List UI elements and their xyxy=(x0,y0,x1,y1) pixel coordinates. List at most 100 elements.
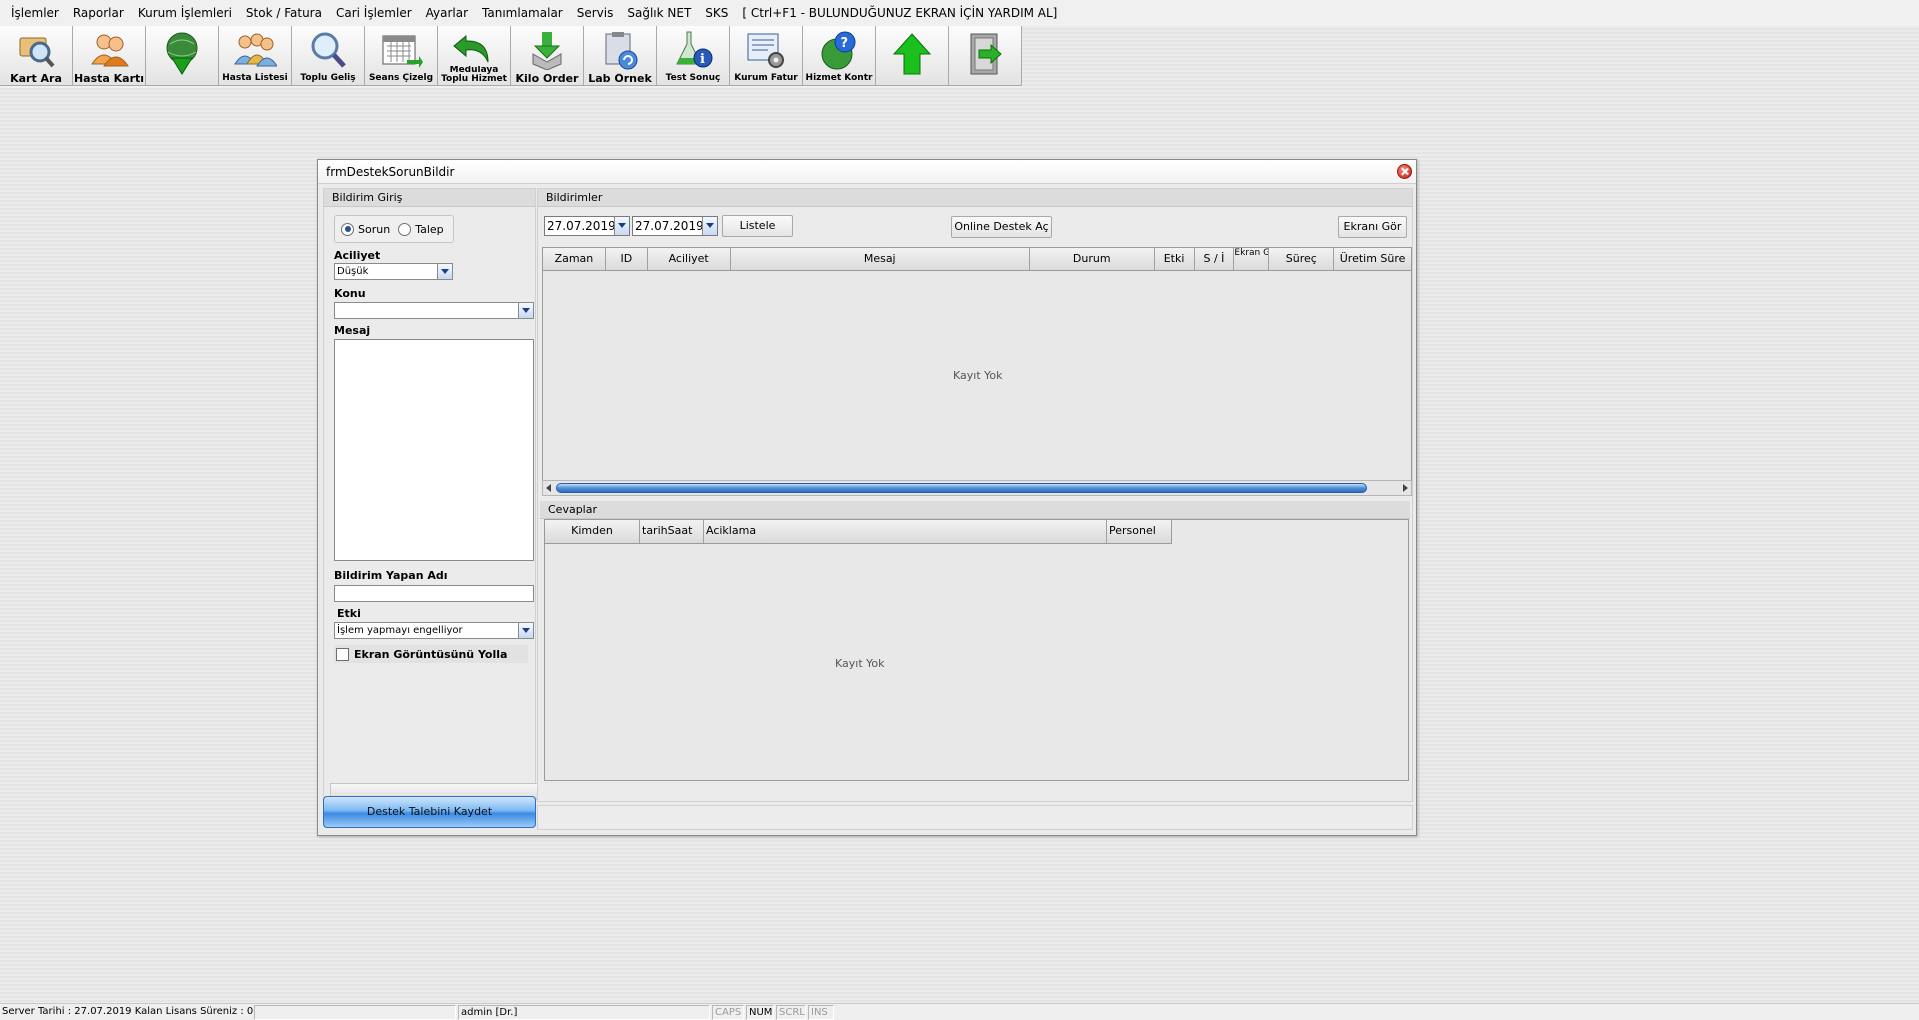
kart-ara-label: Kart Ara xyxy=(10,73,62,84)
invoice-gear-icon xyxy=(747,33,784,68)
date-from-picker[interactable]: 27.07.2019 xyxy=(544,216,630,236)
menu-sks[interactable]: SKS xyxy=(698,0,735,26)
col-personel[interactable]: Personel xyxy=(1107,520,1171,543)
exit-door-icon xyxy=(970,33,1002,75)
ekrani-gor-button[interactable]: Ekranı Gör xyxy=(1338,216,1407,238)
scroll-left-icon[interactable] xyxy=(546,484,551,492)
bildirimler-grid-body[interactable]: Kayıt Yok xyxy=(542,271,1412,480)
online-destek-ac-button[interactable]: Online Destek Aç xyxy=(951,216,1052,238)
chevron-down-icon[interactable] xyxy=(518,623,533,638)
menu-help-hint[interactable]: [ Ctrl+F1 - BULUNDUĞUNUZ EKRAN İÇİN YARD… xyxy=(735,0,1064,26)
scroll-right-icon[interactable] xyxy=(1403,484,1408,492)
menu-raporlar[interactable]: Raporlar xyxy=(66,0,131,26)
aciliyet-value: Düşük xyxy=(337,266,369,277)
ekran-goruntusu-label: Ekran Görüntüsünü Yolla xyxy=(354,647,508,661)
caps-indicator: CAPS xyxy=(712,1005,744,1020)
mesaj-textarea[interactable] xyxy=(334,339,534,561)
destek-talebini-kaydet-button[interactable]: Destek Talebini Kaydet xyxy=(323,796,536,828)
chevron-down-icon[interactable] xyxy=(518,303,533,318)
search-icon xyxy=(311,32,346,68)
menu-saglik-net[interactable]: Sağlık NET xyxy=(620,0,698,26)
cevaplar-empty-text: Kayıt Yok xyxy=(835,657,885,670)
col-aciliyet[interactable]: Aciliyet xyxy=(648,248,731,270)
menu-tanimlamalar[interactable]: Tanımlamalar xyxy=(475,0,570,26)
dialog-titlebar[interactable]: frmDestekSorunBildir xyxy=(318,160,1416,184)
etki-select[interactable]: İşlem yapmayı engelliyor xyxy=(334,622,534,639)
bildirimler-grid-header: Zaman ID Aciliyet Mesaj Durum Etki S / İ… xyxy=(542,247,1412,271)
col-tarih-saat[interactable]: tarihSaat xyxy=(640,520,704,543)
patient-list-icon xyxy=(234,33,277,67)
sorun-radio-label: Sorun xyxy=(358,222,391,236)
kilo-order-label: Kilo Order xyxy=(515,73,579,84)
col-uretim-sure[interactable]: Üretim Süre xyxy=(1334,248,1411,270)
dialog-bottom-strip xyxy=(537,805,1413,830)
sorun-talep-radio-group: Sorun Talep xyxy=(334,215,454,243)
menu-islemler[interactable]: İşlemler xyxy=(4,0,66,26)
cevaplar-grid-body[interactable]: Kimden tarihSaat Aciklama Personel Kayıt… xyxy=(544,519,1409,781)
hasta-listesi-button[interactable]: Hasta Listesi xyxy=(219,26,292,86)
scrollbar-thumb[interactable] xyxy=(556,483,1367,493)
date-to-value: 27.07.2019 xyxy=(635,219,704,233)
globe-download-icon xyxy=(166,32,198,75)
aciliyet-label: Aciliyet xyxy=(334,249,381,262)
close-icon[interactable] xyxy=(1397,164,1412,179)
kurum-fatura-button[interactable]: Kurum Fatur xyxy=(730,26,803,86)
hizmet-kontrol-label: Hizmet Kontr xyxy=(805,73,873,83)
up-arrow-icon xyxy=(892,33,932,75)
globe-download-button[interactable] xyxy=(146,26,219,86)
sorun-radio[interactable] xyxy=(341,222,354,236)
ins-indicator: INS xyxy=(808,1005,834,1020)
listele-button[interactable]: Listele xyxy=(722,215,793,237)
main-toolbar: Kart Ara Hasta Kartı Hasta Listesi Toplu… xyxy=(0,26,1022,88)
download-box-icon xyxy=(532,32,562,70)
medula-toplu-hizmet-button[interactable]: Medulaya Toplu Hizmet xyxy=(438,26,511,86)
bildirimler-empty-text: Kayıt Yok xyxy=(953,369,1003,382)
seans-cizelge-button[interactable]: Seans Çizelg xyxy=(365,26,438,86)
menu-servis[interactable]: Servis xyxy=(570,0,621,26)
toplu-gelis-button[interactable]: Toplu Geliş xyxy=(292,26,365,86)
col-etki[interactable]: Etki xyxy=(1155,248,1195,270)
col-ekran-gorun[interactable]: Ekran Görün xyxy=(1234,248,1270,270)
hizmet-kontrol-button[interactable]: ? Hizmet Kontr xyxy=(803,26,876,86)
etki-label: Etki xyxy=(337,607,361,620)
svg-text:?: ? xyxy=(841,36,849,51)
col-aciklama[interactable]: Aciklama xyxy=(704,520,1107,543)
lab-ornek-button[interactable]: Lab Örnek xyxy=(584,26,657,86)
kart-ara-button[interactable]: Kart Ara xyxy=(0,26,73,86)
flask-info-icon: i xyxy=(676,31,713,68)
bildirimler-hscrollbar[interactable] xyxy=(542,480,1412,496)
chevron-down-icon[interactable] xyxy=(614,217,629,235)
col-durum[interactable]: Durum xyxy=(1030,248,1155,270)
exit-button[interactable] xyxy=(949,26,1022,86)
bildirim-giris-panel: Bildirim Giriş Sorun Talep Aciliyet Düşü… xyxy=(323,188,538,802)
cevaplar-grid-header: Kimden tarihSaat Aciklama Personel xyxy=(545,520,1172,544)
aciliyet-select[interactable]: Düşük xyxy=(334,263,453,280)
chevron-down-icon[interactable] xyxy=(702,217,717,235)
test-sonuc-button[interactable]: i Test Sonuç xyxy=(657,26,730,86)
undo-arrow-icon xyxy=(453,34,489,63)
hasta-karti-button[interactable]: Hasta Kartı xyxy=(73,26,146,86)
col-id[interactable]: ID xyxy=(606,248,648,270)
col-zaman[interactable]: Zaman xyxy=(543,248,606,270)
col-s-i[interactable]: S / İ xyxy=(1195,248,1235,270)
num-indicator: NUM xyxy=(746,1005,774,1020)
up-button[interactable] xyxy=(876,26,949,86)
dialog-title: frmDestekSorunBildir xyxy=(326,165,455,179)
col-kimden[interactable]: Kimden xyxy=(545,520,640,543)
toplu-gelis-label: Toplu Geliş xyxy=(300,73,356,83)
konu-select[interactable] xyxy=(334,302,534,319)
menu-ayarlar[interactable]: Ayarlar xyxy=(419,0,475,26)
menu-cari-islemler[interactable]: Cari İşlemler xyxy=(329,0,419,26)
talep-radio[interactable] xyxy=(398,222,412,236)
ekran-goruntusu-checkbox[interactable] xyxy=(336,647,349,661)
chevron-down-icon[interactable] xyxy=(437,264,452,279)
col-mesaj[interactable]: Mesaj xyxy=(731,248,1030,270)
date-to-picker[interactable]: 27.07.2019 xyxy=(632,216,718,236)
kilo-order-button[interactable]: Kilo Order xyxy=(511,26,584,86)
bildirim-yapan-input[interactable] xyxy=(334,585,534,602)
menu-kurum-islemleri[interactable]: Kurum İşlemleri xyxy=(131,0,239,26)
menu-stok-fatura[interactable]: Stok / Fatura xyxy=(239,0,329,26)
col-surec[interactable]: Süreç xyxy=(1269,248,1335,270)
bildirim-giris-header: Bildirim Giriş xyxy=(324,189,535,207)
current-user: admin [Dr.] xyxy=(458,1005,710,1020)
